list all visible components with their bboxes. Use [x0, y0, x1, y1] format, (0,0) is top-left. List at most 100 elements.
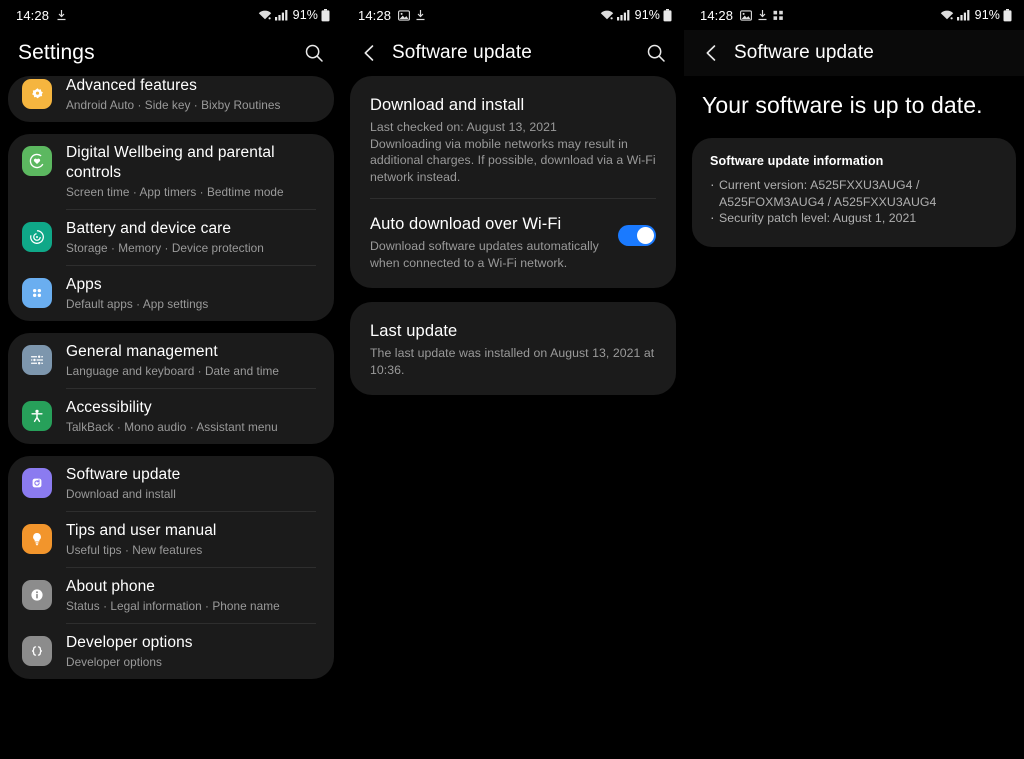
signal-icon [616, 9, 630, 21]
action-bar-uptodate: Software update [684, 30, 1024, 76]
settings-group: General management Language and keyboard… [8, 333, 334, 444]
settings-row-text: Digital Wellbeing and parental controls … [66, 143, 318, 200]
battery-icon [1003, 8, 1012, 22]
battery-device-care-icon [22, 222, 52, 252]
wifi-icon [258, 9, 272, 21]
image-icon [740, 9, 752, 21]
settings-row-text: General management Language and keyboard… [66, 342, 318, 379]
settings-row-battery-device-care[interactable]: Battery and device care Storage · Memory… [8, 210, 334, 265]
settings-row-text: Advanced features Android Auto · Side ke… [66, 76, 318, 113]
settings-row-text: Developer options Developer options [66, 633, 318, 670]
advanced-features-icon [22, 79, 52, 109]
settings-row-digital-wellbeing[interactable]: Digital Wellbeing and parental controls … [8, 134, 334, 209]
settings-row-subtitle: Download and install [66, 487, 176, 501]
developer-options-icon [22, 636, 52, 666]
download-icon [757, 9, 768, 21]
auto-download-title: Auto download over Wi-Fi [370, 215, 562, 233]
settings-row-developer-options[interactable]: Developer options Developer options [8, 624, 334, 679]
settings-row-subtitle: Default apps · App settings [66, 297, 209, 311]
settings-row-text: Apps Default apps · App settings [66, 275, 318, 312]
settings-group: Digital Wellbeing and parental controls … [8, 134, 334, 321]
settings-row-software-update[interactable]: Software update Download and install [8, 456, 334, 511]
status-bar-update: 14:28 91% [342, 0, 684, 30]
info-card-heading: Software update information [710, 154, 884, 168]
settings-row-title: Accessibility [66, 399, 152, 416]
settings-row-subtitle: TalkBack · Mono audio · Assistant menu [66, 420, 278, 434]
status-bar-settings: 14:28 91% [0, 0, 342, 30]
info-item-current-version: Current version: A525FXXU3AUG4 / A525FOX… [710, 176, 998, 210]
download-install-description: Downloading via mobile networks may resu… [370, 136, 656, 184]
battery-icon [663, 8, 672, 22]
battery-percent: 91% [634, 8, 660, 22]
update-card-main: Download and install Last checked on: Au… [350, 76, 676, 288]
settings-row-subtitle: Status · Legal information · Phone name [66, 599, 280, 613]
settings-row-subtitle: Developer options [66, 655, 162, 669]
settings-row-subtitle: Screen time · App timers · Bedtime mode [66, 185, 284, 199]
search-icon[interactable] [300, 39, 328, 67]
last-update-description: The last update was installed on August … [370, 346, 655, 377]
download-icon [415, 9, 426, 21]
status-left-icons [740, 9, 784, 21]
settings-row-subtitle: Android Auto · Side key · Bixby Routines [66, 98, 281, 112]
last-update-title: Last update [370, 322, 458, 340]
general-management-icon [22, 345, 52, 375]
update-card-last-update: Last update The last update was installe… [350, 302, 676, 395]
settings-row-title: General management [66, 343, 218, 360]
download-install-last-checked: Last checked on: August 13, 2021 [370, 120, 557, 134]
settings-row-apps[interactable]: Apps Default apps · App settings [8, 266, 334, 321]
settings-row-text: Software update Download and install [66, 465, 318, 502]
info-list: Current version: A525FXXU3AUG4 / A525FOX… [710, 176, 998, 227]
panel-settings: 14:28 91% Settings Advanced features And… [0, 0, 342, 759]
status-right-icons: 91% [600, 8, 672, 22]
settings-group: Software update Download and install Tip… [8, 456, 334, 679]
auto-download-row[interactable]: Auto download over Wi-Fi Download softwa… [350, 199, 676, 284]
panel-software-update: 14:28 91% Software update Download and i… [342, 0, 684, 759]
image-icon [398, 9, 410, 21]
auto-download-description: Download software updates automatically … [370, 239, 599, 270]
download-and-install-row[interactable]: Download and install Last checked on: Au… [350, 80, 676, 198]
settings-row-text: Accessibility TalkBack · Mono audio · As… [66, 398, 318, 435]
grid-dots-icon [773, 10, 784, 21]
settings-row-about-phone[interactable]: About phone Status · Legal information ·… [8, 568, 334, 623]
settings-row-title: Tips and user manual [66, 522, 217, 539]
settings-row-title: Advanced features [66, 77, 197, 94]
wifi-icon [600, 9, 614, 21]
settings-row-tips-user-manual[interactable]: Tips and user manual Useful tips · New f… [8, 512, 334, 567]
toggle-knob [637, 227, 654, 244]
page-title: Software update [392, 42, 532, 63]
back-chevron-icon[interactable] [356, 40, 382, 66]
status-clock: 14:28 [700, 7, 734, 23]
settings-row-title: Software update [66, 466, 181, 483]
about-phone-icon [22, 580, 52, 610]
settings-row-general-management[interactable]: General management Language and keyboard… [8, 333, 334, 388]
action-bar-settings: Settings [0, 30, 342, 76]
tips-icon [22, 524, 52, 554]
settings-row-text: Battery and device care Storage · Memory… [66, 219, 318, 256]
wifi-icon [940, 9, 954, 21]
status-right-icons: 91% [940, 8, 1012, 22]
settings-row-accessibility[interactable]: Accessibility TalkBack · Mono audio · As… [8, 389, 334, 444]
action-bar-update: Software update [342, 30, 684, 76]
settings-row-subtitle: Storage · Memory · Device protection [66, 241, 264, 255]
settings-row-title: Apps [66, 276, 102, 293]
settings-row-advanced-features[interactable]: Advanced features Android Auto · Side ke… [8, 76, 334, 122]
info-line-1: Security patch level: August 1, 2021 [719, 211, 917, 225]
software-update-list: Download and install Last checked on: Au… [342, 76, 684, 395]
status-right-icons: 91% [258, 8, 330, 22]
settings-list: Advanced features Android Auto · Side ke… [0, 76, 342, 679]
last-update-row[interactable]: Last update The last update was installe… [350, 306, 676, 391]
up-to-date-headline: Your software is up to date. [702, 92, 983, 118]
three-panel-screenshot: 14:28 91% Settings Advanced features And… [0, 0, 1024, 759]
download-icon [56, 9, 67, 21]
settings-row-title: About phone [66, 578, 156, 595]
auto-download-toggle[interactable] [618, 225, 656, 246]
back-chevron-icon[interactable] [698, 40, 724, 66]
status-clock: 14:28 [16, 7, 50, 23]
panel-up-to-date: 14:28 91% Software update Your software … [684, 0, 1024, 759]
settings-row-subtitle: Useful tips · New features [66, 543, 203, 557]
page-title: Software update [734, 42, 874, 63]
search-icon[interactable] [642, 39, 670, 67]
apps-icon [22, 278, 52, 308]
settings-row-title: Battery and device care [66, 220, 232, 237]
settings-row-title: Developer options [66, 634, 193, 651]
